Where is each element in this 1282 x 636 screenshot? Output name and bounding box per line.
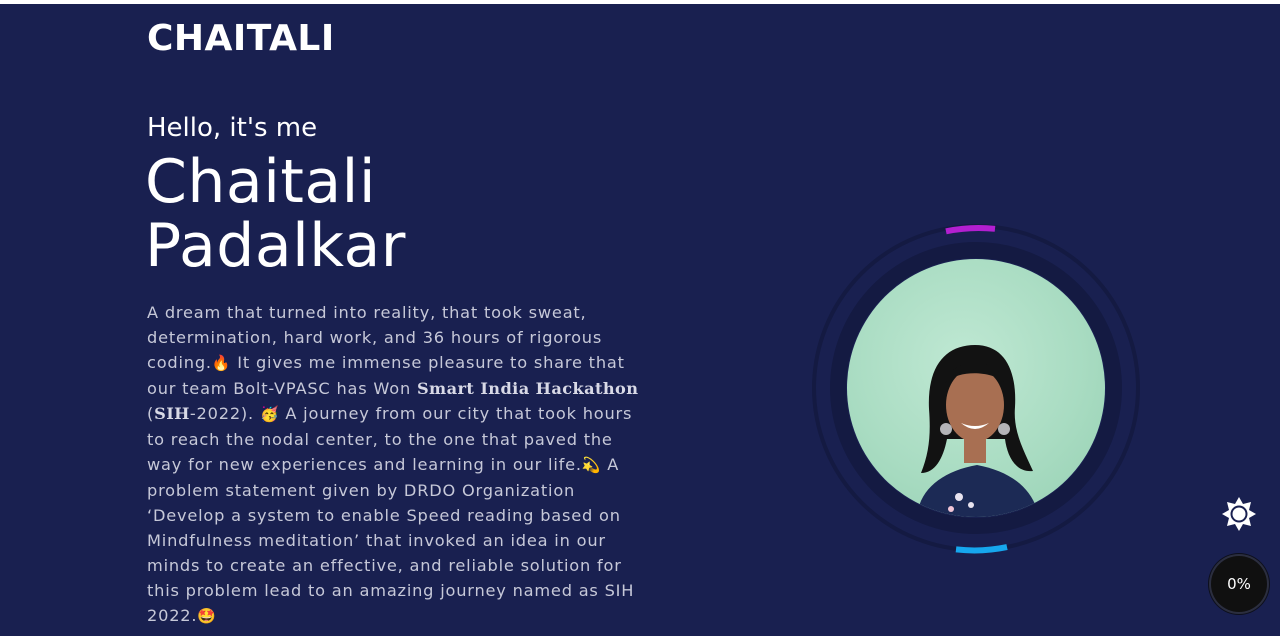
theme-toggle-button[interactable] (1220, 495, 1258, 533)
site-logo[interactable]: CHAITALI (147, 18, 335, 60)
fire-emoji: 🔥 (211, 354, 232, 372)
scroll-progress-indicator[interactable]: 0% (1211, 556, 1267, 612)
hero-last-name: Padalkar (145, 211, 406, 281)
ring-accent-bottom (955, 544, 1008, 554)
hero-first-name: Chaitali (145, 147, 376, 217)
party-emoji: 🥳 (259, 405, 280, 423)
bio-text-6: A problem statement given by DRDO Organi… (147, 455, 635, 625)
scroll-progress-value: 0% (1227, 575, 1251, 593)
bio-text-4: -2022). (189, 404, 260, 423)
hackathon-name: Smart India Hackathon (416, 379, 639, 398)
star-struck-emoji: 🤩 (197, 607, 217, 625)
hero-greeting: Hello, it's me (147, 113, 318, 143)
profile-picture (808, 222, 1144, 558)
hero-bio: A dream that turned into reality, that t… (147, 300, 647, 629)
dizzy-emoji: 💫 (581, 456, 602, 474)
portrait-image (917, 345, 1039, 517)
hero-name: Chaitali Padalkar (145, 150, 406, 278)
sih-abbrev: SIH (154, 404, 190, 423)
profile-photo (847, 259, 1105, 517)
hero-page: CHAITALI Hello, it's me Chaitali Padalka… (0, 4, 1280, 636)
sun-icon (1222, 497, 1256, 531)
ring-accent-top (945, 225, 996, 235)
